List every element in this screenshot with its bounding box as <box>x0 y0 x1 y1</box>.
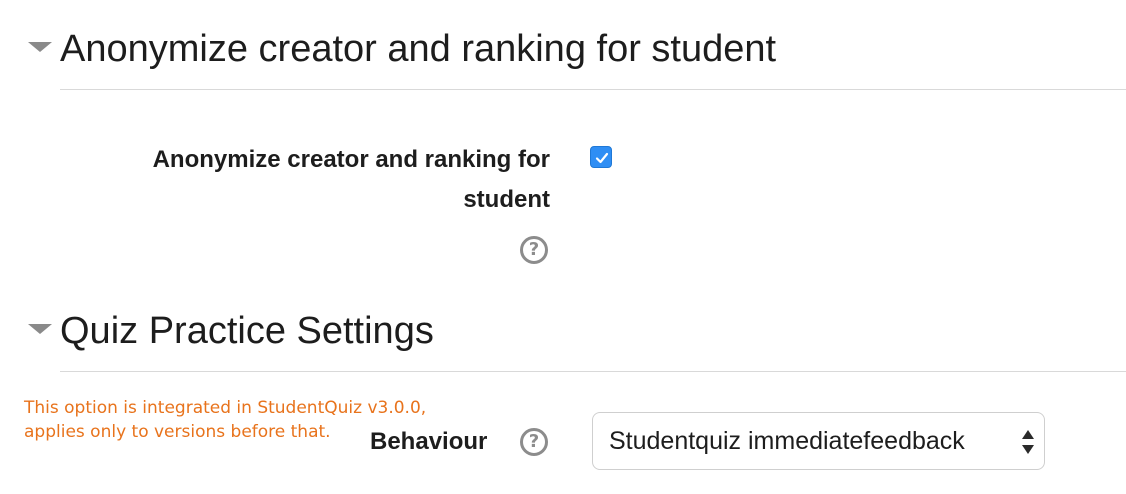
collapse-caret-icon[interactable] <box>28 42 52 52</box>
version-note-line1: This option is integrated in StudentQuiz… <box>24 398 427 418</box>
section-title-anonymize[interactable]: Anonymize creator and ranking for studen… <box>60 30 776 68</box>
question-circle-icon[interactable]: ? <box>520 236 548 264</box>
behaviour-select[interactable]: Studentquiz immediatefeedback <box>592 412 1045 470</box>
question-circle-icon[interactable]: ? <box>520 428 548 456</box>
section-title-quiz-practice[interactable]: Quiz Practice Settings <box>60 312 434 350</box>
anonymize-label-line2: student <box>463 186 550 213</box>
version-note-line2: applies only to versions before that. <box>24 422 331 442</box>
behaviour-select-value: Studentquiz immediatefeedback <box>609 427 965 455</box>
anonymize-field-label: Anonymize creator and ranking for studen… <box>153 140 550 220</box>
collapse-caret-icon[interactable] <box>28 324 52 334</box>
anonymize-label-line1: Anonymize creator and ranking for <box>152 146 550 173</box>
section-divider <box>60 89 1126 90</box>
select-updown-arrows-icon <box>1022 430 1034 454</box>
anonymize-checkbox[interactable] <box>590 146 612 168</box>
settings-page: Anonymize creator and ranking for studen… <box>0 0 1126 494</box>
version-note: This option is integrated in StudentQuiz… <box>24 396 426 444</box>
checkmark-icon <box>595 152 609 164</box>
section-divider <box>60 371 1126 372</box>
behaviour-field-label: Behaviour <box>370 428 488 455</box>
